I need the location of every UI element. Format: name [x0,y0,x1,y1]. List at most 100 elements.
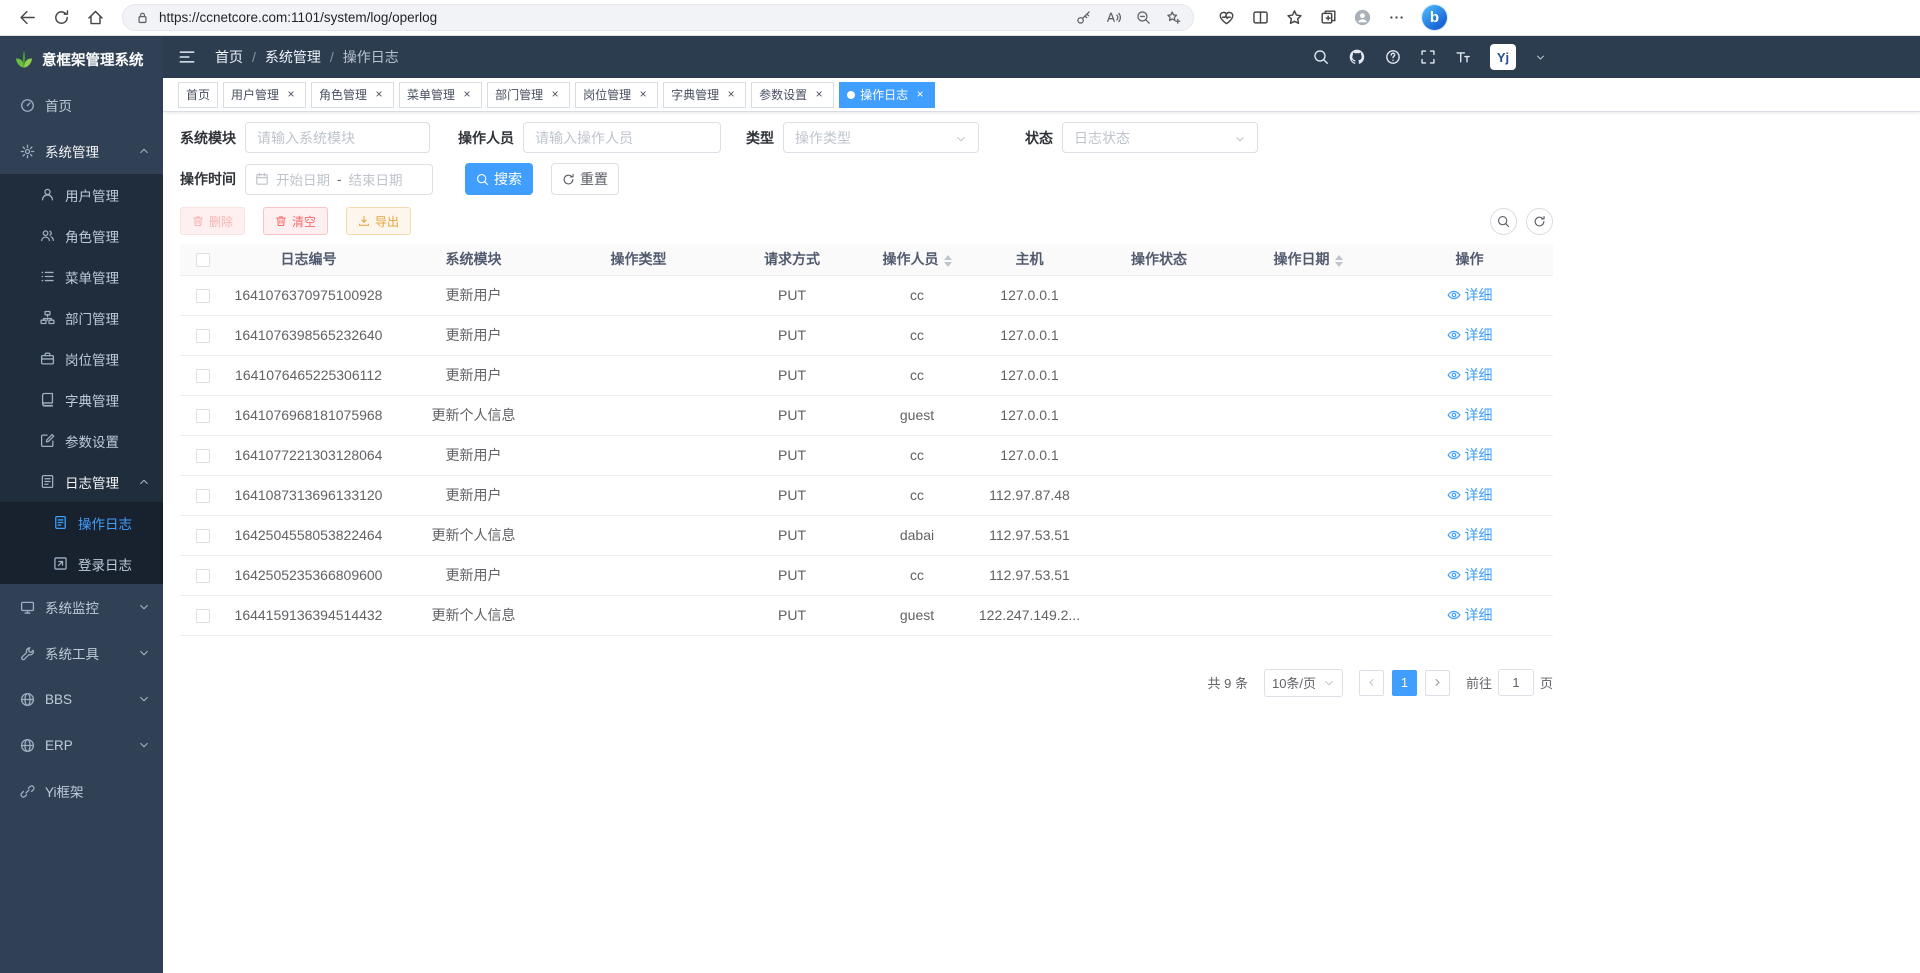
user-avatar[interactable]: Yj [1490,44,1516,70]
close-icon[interactable]: × [724,88,738,102]
bing-icon[interactable]: b [1422,5,1447,30]
reset-button[interactable]: 重置 [551,163,619,195]
sidebar-item-erp[interactable]: ERP [0,722,163,768]
sidebar-item-role-management[interactable]: 角色管理 [0,215,163,256]
fullscreen-button[interactable] [1420,49,1436,65]
password-key-icon[interactable] [1076,10,1091,25]
tab-4[interactable]: 部门管理× [487,82,570,108]
sidebar-item-system-monitor[interactable]: 系统监控 [0,584,163,630]
breadcrumb-item[interactable]: 系统管理 [265,47,321,67]
next-page-button[interactable] [1425,670,1450,696]
row-checkbox[interactable] [196,329,210,343]
export-button[interactable]: 导出 [346,207,411,235]
table-search-toggle-button[interactable] [1490,208,1517,235]
sort-icon[interactable] [944,255,952,267]
tab-0[interactable]: 首页 [178,82,218,108]
browser-essentials-icon[interactable] [1218,9,1235,26]
tab-3[interactable]: 菜单管理× [399,82,482,108]
sidebar-item-system-tools[interactable]: 系统工具 [0,630,163,676]
sidebar-item-log-management[interactable]: 日志管理 [0,461,163,502]
tab-8[interactable]: 操作日志× [839,82,935,108]
sidebar-item-post-management[interactable]: 岗位管理 [0,338,163,379]
close-icon[interactable]: × [548,88,562,102]
delete-button[interactable]: 删除 [180,207,245,235]
tab-5[interactable]: 岗位管理× [575,82,658,108]
clear-button[interactable]: 清空 [263,207,328,235]
sidebar-item-login-log[interactable]: 登录日志 [0,543,163,584]
home-button[interactable] [80,4,110,32]
sidebar-item-dict-management[interactable]: 字典管理 [0,379,163,420]
github-link[interactable] [1348,48,1366,66]
tab-7[interactable]: 参数设置× [751,82,834,108]
sidebar-item-param-settings[interactable]: 参数设置 [0,420,163,461]
collapse-sidebar-button[interactable] [163,36,211,78]
detail-link[interactable]: 详细 [1447,285,1493,305]
help-button[interactable] [1385,49,1401,65]
sidebar-item-menu-management[interactable]: 菜单管理 [0,256,163,297]
row-checkbox[interactable] [196,529,210,543]
avatar-dropdown-caret[interactable] [1535,52,1546,63]
close-icon[interactable]: × [913,88,927,102]
tab-1[interactable]: 用户管理× [223,82,306,108]
row-checkbox[interactable] [196,369,210,383]
sidebar-item-user-management[interactable]: 用户管理 [0,174,163,215]
tab-2[interactable]: 角色管理× [311,82,394,108]
detail-link[interactable]: 详细 [1447,485,1493,505]
page-number-current[interactable]: 1 [1392,670,1417,696]
column-header-7[interactable]: 操作日期 [1230,244,1386,275]
row-checkbox[interactable] [196,289,210,303]
profile-avatar[interactable] [1354,9,1371,26]
close-icon[interactable]: × [284,88,298,102]
page-size-select[interactable]: 10条/页 [1264,669,1343,697]
row-checkbox[interactable] [196,449,210,463]
close-icon[interactable]: × [372,88,386,102]
address-bar[interactable]: https://ccnetcore.com:1101/system/log/op… [122,4,1194,31]
more-menu-icon[interactable] [1388,9,1405,26]
module-input[interactable] [245,122,430,153]
reload-button[interactable] [46,4,76,32]
search-button[interactable]: 搜索 [465,163,533,195]
row-checkbox[interactable] [196,409,210,423]
url-text[interactable]: https://ccnetcore.com:1101/system/log/op… [159,10,1067,25]
sidebar-item-yi-framework[interactable]: Yi框架 [0,768,163,814]
split-screen-icon[interactable] [1252,9,1269,26]
sidebar-item-system-management[interactable]: 系统管理 [0,128,163,174]
header-search-button[interactable] [1313,49,1329,65]
collections-icon[interactable] [1320,9,1337,26]
table-refresh-button[interactable] [1526,208,1553,235]
operator-input[interactable] [523,122,721,153]
row-checkbox[interactable] [196,609,210,623]
detail-link[interactable]: 详细 [1447,605,1493,625]
detail-link[interactable]: 详细 [1447,365,1493,385]
sidebar-item-home[interactable]: 首页 [0,82,163,128]
type-select[interactable]: 操作类型 [783,122,979,153]
close-icon[interactable]: × [460,88,474,102]
favorites-icon[interactable] [1286,9,1303,26]
detail-link[interactable]: 详细 [1447,325,1493,345]
detail-link[interactable]: 详细 [1447,525,1493,545]
zoom-icon[interactable] [1136,10,1151,25]
back-button[interactable] [12,4,42,32]
sort-icon[interactable] [1335,255,1343,267]
close-icon[interactable]: × [636,88,650,102]
column-header-4[interactable]: 操作人员 [863,244,971,275]
goto-page-input[interactable] [1498,669,1534,696]
detail-link[interactable]: 详细 [1447,565,1493,585]
detail-link[interactable]: 详细 [1447,445,1493,465]
breadcrumb-item[interactable]: 首页 [215,47,243,67]
prev-page-button[interactable] [1359,670,1384,696]
row-checkbox[interactable] [196,489,210,503]
add-favorite-icon[interactable] [1166,10,1181,25]
row-checkbox[interactable] [196,569,210,583]
detail-link[interactable]: 详细 [1447,405,1493,425]
sidebar-item-dept-management[interactable]: 部门管理 [0,297,163,338]
tab-6[interactable]: 字典管理× [663,82,746,108]
status-select[interactable]: 日志状态 [1062,122,1258,153]
read-aloud-icon[interactable] [1106,10,1121,25]
select-all-checkbox[interactable] [196,253,210,267]
close-icon[interactable]: × [812,88,826,102]
font-size-button[interactable] [1455,49,1471,65]
sidebar-item-operation-log[interactable]: 操作日志 [0,502,163,543]
sidebar-item-bbs[interactable]: BBS [0,676,163,722]
date-range-input[interactable]: 开始日期 - 结束日期 [245,164,433,195]
